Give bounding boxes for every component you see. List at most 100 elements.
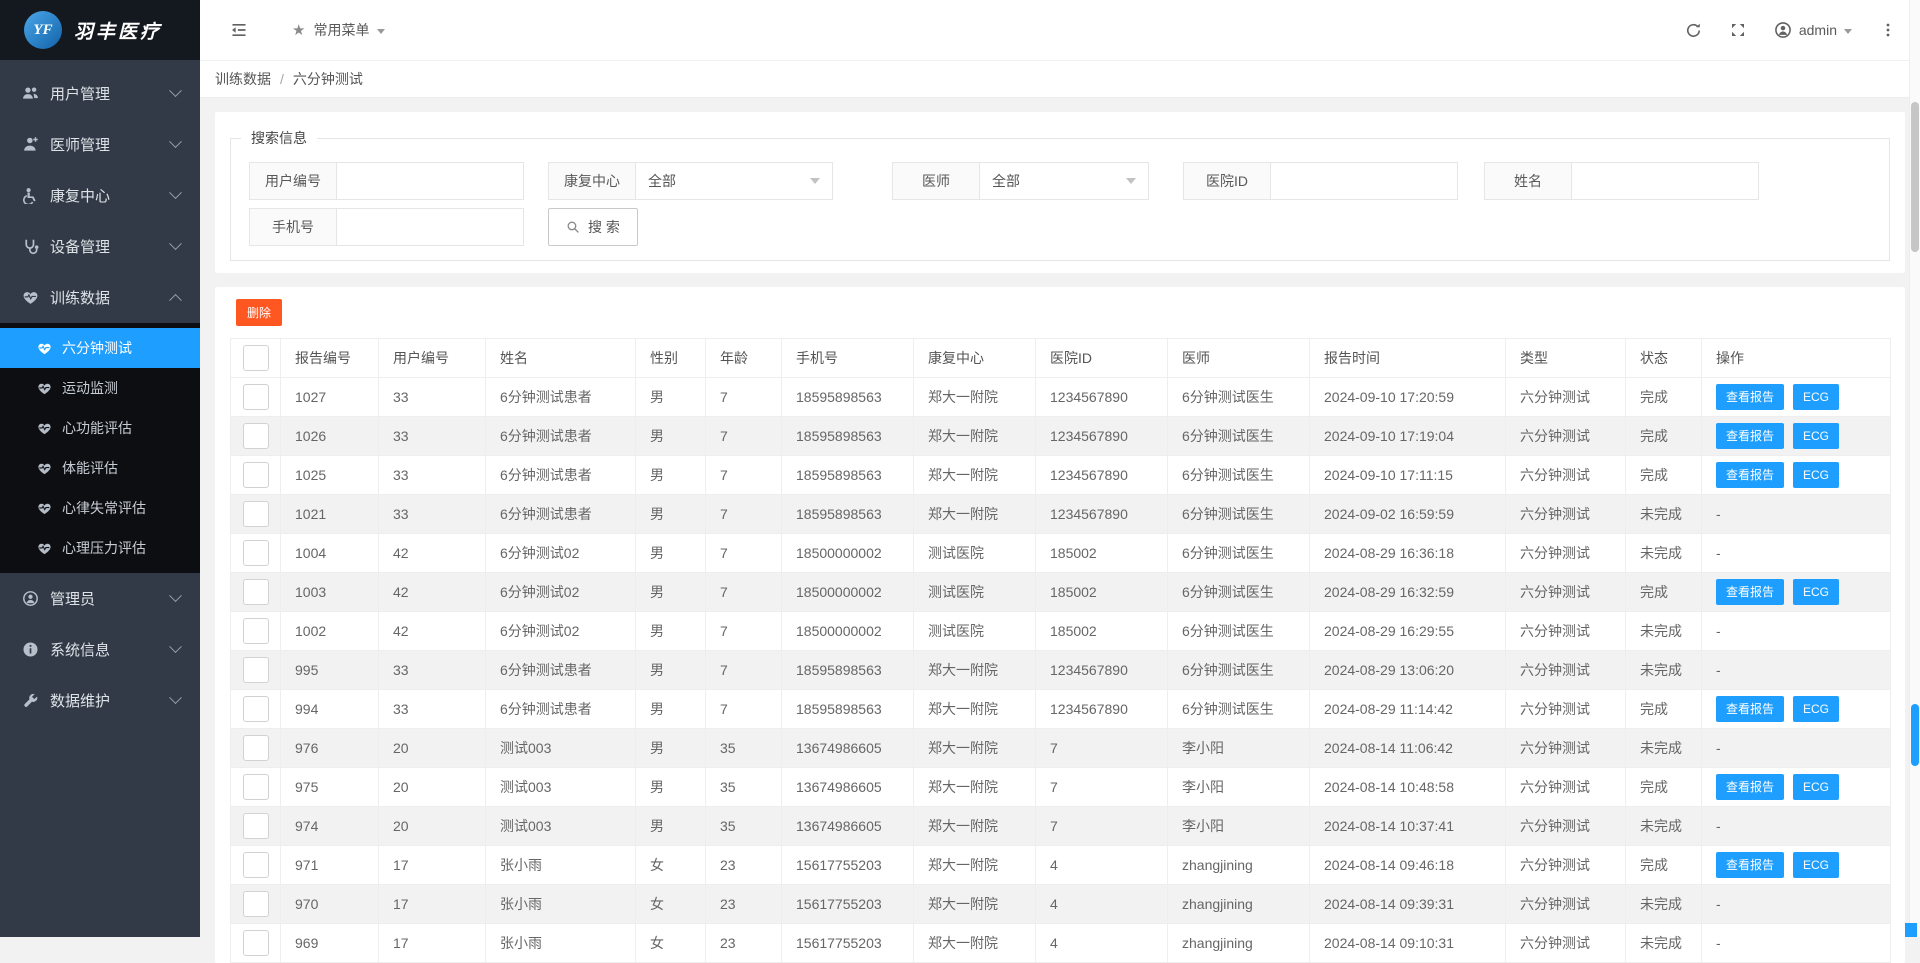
sidebar-item-doctor[interactable]: 医师管理 bbox=[0, 119, 200, 170]
cell-type: 六分钟测试 bbox=[1506, 807, 1626, 846]
search-button[interactable]: 搜 索 bbox=[548, 208, 638, 246]
device-icon bbox=[22, 238, 39, 255]
search-select[interactable]: 全部 bbox=[979, 162, 1149, 200]
sidebar-item-rehab[interactable]: 康复中心 bbox=[0, 170, 200, 221]
refresh-icon[interactable] bbox=[1685, 22, 1702, 39]
ecg-button[interactable]: ECG bbox=[1793, 384, 1839, 410]
cell-doctor: 李小阳 bbox=[1168, 807, 1310, 846]
sidebar-item-users[interactable]: 用户管理 bbox=[0, 68, 200, 119]
scrollbar-thumb[interactable] bbox=[1911, 102, 1919, 252]
row-checkbox[interactable] bbox=[243, 813, 269, 839]
row-checkbox-cell bbox=[231, 690, 281, 729]
sidebar-item-heart[interactable]: 训练数据 bbox=[0, 272, 200, 323]
cell-time: 2024-08-29 16:32:59 bbox=[1310, 573, 1506, 612]
cell-sex: 男 bbox=[636, 573, 706, 612]
row-checkbox[interactable] bbox=[243, 930, 269, 956]
no-action-placeholder: - bbox=[1716, 818, 1721, 834]
view-report-button[interactable]: 查看报告 bbox=[1716, 462, 1784, 488]
ecg-button[interactable]: ECG bbox=[1793, 579, 1839, 605]
cell-status: 完成 bbox=[1626, 573, 1702, 612]
cell-user_no: 42 bbox=[379, 534, 486, 573]
no-action-placeholder: - bbox=[1716, 662, 1721, 678]
submenu-item-1[interactable]: 运动监测 bbox=[0, 368, 200, 408]
row-checkbox[interactable] bbox=[243, 735, 269, 761]
cell-doctor: 6分钟测试医生 bbox=[1168, 456, 1310, 495]
fullscreen-icon[interactable] bbox=[1730, 22, 1746, 38]
cell-sex: 女 bbox=[636, 885, 706, 924]
row-checkbox[interactable] bbox=[243, 618, 269, 644]
view-report-button[interactable]: 查看报告 bbox=[1716, 579, 1784, 605]
quick-menu-dropdown[interactable]: ★ 常用菜单 bbox=[292, 20, 385, 40]
view-report-button[interactable]: 查看报告 bbox=[1716, 423, 1784, 449]
row-checkbox-cell bbox=[231, 495, 281, 534]
breadcrumb-parent[interactable]: 训练数据 bbox=[215, 69, 271, 89]
sidebar-item-device[interactable]: 设备管理 bbox=[0, 221, 200, 272]
cell-center: 郑大一附院 bbox=[914, 690, 1036, 729]
ecg-button[interactable]: ECG bbox=[1793, 852, 1839, 878]
search-input[interactable] bbox=[336, 208, 524, 246]
row-checkbox[interactable] bbox=[243, 774, 269, 800]
search-input[interactable] bbox=[336, 162, 524, 200]
cell-phone: 15617755203 bbox=[782, 885, 914, 924]
cell-sex: 男 bbox=[636, 495, 706, 534]
row-checkbox[interactable] bbox=[243, 696, 269, 722]
ecg-button[interactable]: ECG bbox=[1793, 462, 1839, 488]
search-form: 用户编号康复中心全部医师全部医院ID姓名手机号搜 索 bbox=[249, 162, 1889, 246]
search-select[interactable]: 全部 bbox=[635, 162, 833, 200]
cell-center: 郑大一附院 bbox=[914, 846, 1036, 885]
cell-time: 2024-08-14 10:48:58 bbox=[1310, 768, 1506, 807]
cell-center: 郑大一附院 bbox=[914, 924, 1036, 963]
view-report-button[interactable]: 查看报告 bbox=[1716, 774, 1784, 800]
ecg-button[interactable]: ECG bbox=[1793, 774, 1839, 800]
search-input[interactable] bbox=[1270, 162, 1458, 200]
brand-name: 羽丰医疗 bbox=[74, 17, 162, 44]
submenu-item-4[interactable]: 心律失常评估 bbox=[0, 488, 200, 528]
sidebar-item-admin[interactable]: 管理员 bbox=[0, 573, 200, 624]
row-checkbox[interactable] bbox=[243, 462, 269, 488]
cell-phone: 18595898563 bbox=[782, 651, 914, 690]
admin-icon bbox=[22, 590, 39, 607]
ecg-button[interactable]: ECG bbox=[1793, 423, 1839, 449]
user-menu[interactable]: admin bbox=[1774, 21, 1852, 39]
cell-center: 郑大一附院 bbox=[914, 651, 1036, 690]
table-header-cell-0: 报告编号 bbox=[281, 339, 379, 378]
row-checkbox[interactable] bbox=[243, 852, 269, 878]
submenu-item-2[interactable]: 心功能评估 bbox=[0, 408, 200, 448]
row-checkbox[interactable] bbox=[243, 579, 269, 605]
row-checkbox[interactable] bbox=[243, 423, 269, 449]
ecg-button[interactable]: ECG bbox=[1793, 696, 1839, 722]
submenu-item-3[interactable]: 体能评估 bbox=[0, 448, 200, 488]
delete-button[interactable]: 删除 bbox=[236, 299, 282, 326]
cell-age: 7 bbox=[706, 651, 782, 690]
submenu-item-0[interactable]: 六分钟测试 bbox=[0, 328, 200, 368]
cell-name: 6分钟测试患者 bbox=[486, 690, 636, 729]
brand-logo-icon: YF bbox=[24, 11, 62, 49]
sidebar-collapse-button[interactable] bbox=[230, 21, 248, 39]
view-report-button[interactable]: 查看报告 bbox=[1716, 384, 1784, 410]
chevron-down-icon bbox=[169, 135, 182, 148]
sidebar-item-sysinfo[interactable]: 系统信息 bbox=[0, 624, 200, 675]
search-input[interactable] bbox=[1571, 162, 1759, 200]
row-checkbox[interactable] bbox=[243, 657, 269, 683]
row-checkbox[interactable] bbox=[243, 384, 269, 410]
row-checkbox[interactable] bbox=[243, 501, 269, 527]
cell-actions: 查看报告 ECG bbox=[1702, 456, 1891, 495]
view-report-button[interactable]: 查看报告 bbox=[1716, 696, 1784, 722]
row-checkbox-cell bbox=[231, 768, 281, 807]
cell-hospital_id: 7 bbox=[1036, 807, 1168, 846]
cell-status: 未完成 bbox=[1626, 534, 1702, 573]
more-options-icon[interactable] bbox=[1880, 22, 1896, 38]
submenu-item-label: 体能评估 bbox=[62, 458, 118, 478]
select-all-checkbox[interactable] bbox=[243, 345, 269, 371]
chevron-down-icon bbox=[377, 29, 385, 34]
cell-actions: 查看报告 ECG bbox=[1702, 768, 1891, 807]
view-report-button[interactable]: 查看报告 bbox=[1716, 852, 1784, 878]
breadcrumb: 训练数据 / 六分钟测试 bbox=[200, 60, 1920, 98]
scrollbar-thumb-secondary[interactable] bbox=[1911, 704, 1919, 766]
sidebar-item-label: 医师管理 bbox=[50, 134, 171, 155]
submenu-item-5[interactable]: 心理压力评估 bbox=[0, 528, 200, 568]
row-checkbox[interactable] bbox=[243, 891, 269, 917]
cell-report_no: 969 bbox=[281, 924, 379, 963]
sidebar-item-wrench[interactable]: 数据维护 bbox=[0, 675, 200, 726]
row-checkbox[interactable] bbox=[243, 540, 269, 566]
